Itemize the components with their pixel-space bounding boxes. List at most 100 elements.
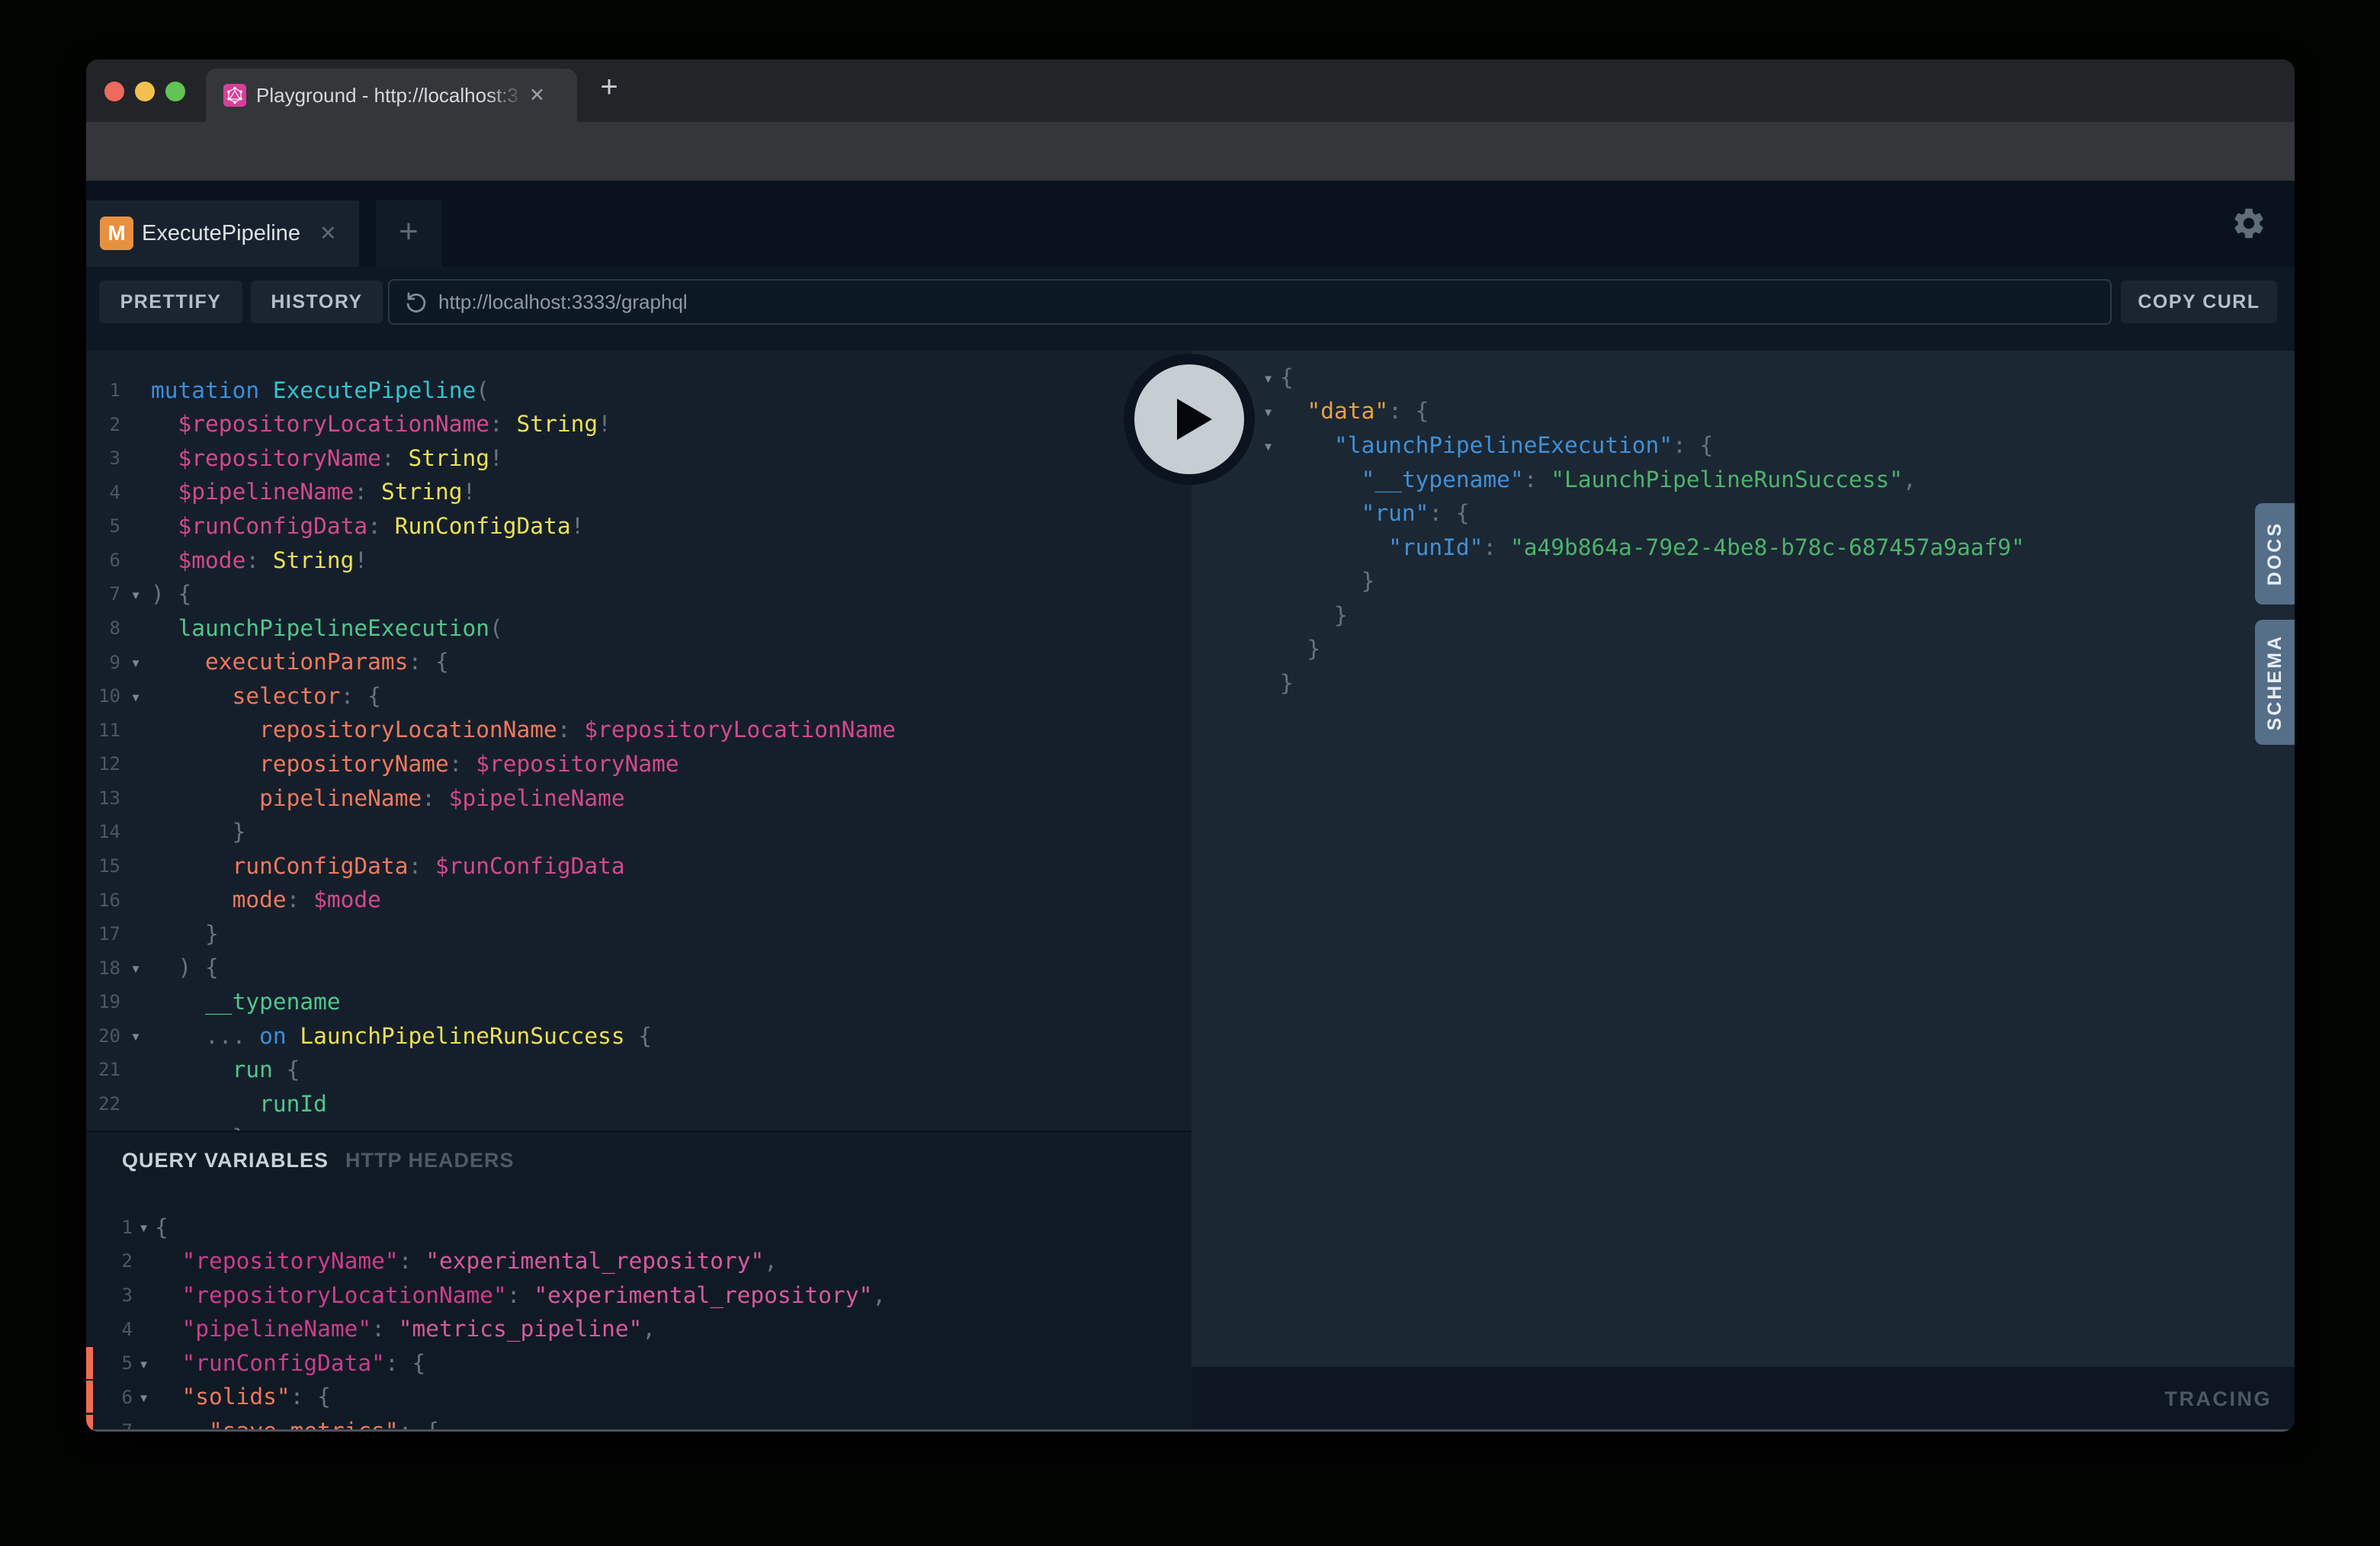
fold-toggle-icon[interactable]: ▼: [133, 1355, 155, 1371]
code-line[interactable]: 13 pipelineName: $pipelineName: [86, 781, 1192, 816]
execute-query-button[interactable]: [1124, 354, 1255, 485]
line-number: 22: [86, 1093, 120, 1115]
code-line[interactable]: 18▼ ) {: [86, 951, 1192, 985]
zoom-window-button[interactable]: [165, 82, 185, 101]
fold-toggle-icon[interactable]: ▼: [120, 688, 151, 704]
fold-toggle-icon[interactable]: ▼: [120, 1028, 151, 1044]
code-line[interactable]: 5 $runConfigData: RunConfigData!: [86, 509, 1192, 544]
endpoint-url[interactable]: http://localhost:3333/graphql: [438, 281, 688, 323]
code-line[interactable]: 19 __typename: [86, 985, 1192, 1019]
session-tabs-row: M ExecutePipeline ✕ +: [86, 181, 2295, 267]
code-line[interactable]: 4 $pipelineName: String!: [86, 475, 1192, 509]
line-number: 2: [86, 414, 120, 435]
fold-toggle-icon[interactable]: ▼: [120, 654, 151, 670]
code-line[interactable]: 10▼ selector: {: [86, 679, 1192, 714]
line-number: 3: [86, 1285, 133, 1306]
playground-toolbar: PRETTIFY HISTORY http://localhost:3333/g…: [86, 267, 2295, 351]
code-line[interactable]: 1mutation ExecutePipeline(: [86, 374, 1192, 408]
session-tab-executepipeline[interactable]: M ExecutePipeline ✕: [86, 200, 359, 267]
code-line[interactable]: 11 repositoryLocationName: $repositoryLo…: [86, 713, 1192, 747]
fold-toggle-icon: [120, 864, 151, 868]
code-line[interactable]: 1▼{: [86, 1211, 1192, 1245]
line-number: 5: [86, 1352, 133, 1374]
docs-side-tab-label: DOCS: [2264, 521, 2286, 585]
code-line[interactable]: 15 runConfigData: $runConfigData: [86, 849, 1192, 884]
line-number: 7: [86, 1420, 133, 1432]
code-line[interactable]: 3 "repositoryLocationName": "experimenta…: [86, 1278, 1192, 1313]
code-line[interactable]: 5▼ "runConfigData": {: [86, 1346, 1192, 1381]
query-editor[interactable]: 1mutation ExecutePipeline(2 $repositoryL…: [86, 351, 1192, 1131]
new-tab-button[interactable]: +: [592, 71, 626, 104]
variables-editor[interactable]: 1▼{2 "repositoryName": "experimental_rep…: [86, 1132, 1192, 1432]
code-line[interactable]: 4 "pipelineName": "metrics_pipeline",: [86, 1312, 1192, 1346]
line-number: 4: [86, 1319, 133, 1340]
fold-toggle-icon[interactable]: ▼: [1256, 370, 1280, 386]
endpoint-input[interactable]: http://localhost:3333/graphql: [388, 279, 2112, 325]
code-line[interactable]: }: [1192, 564, 2295, 598]
fold-toggle-icon[interactable]: ▼: [120, 586, 151, 602]
browser-tab[interactable]: Playground - http://localhost:3 ✕: [206, 69, 577, 122]
code-line[interactable]: 20▼ ... on LaunchPipelineRunSuccess {: [86, 1019, 1192, 1054]
history-button[interactable]: HISTORY: [251, 281, 383, 323]
code-line[interactable]: }: [1192, 598, 2295, 633]
code-line[interactable]: 23 }: [86, 1121, 1192, 1131]
code-line[interactable]: 12 repositoryName: $repositoryName: [86, 747, 1192, 781]
code-line[interactable]: }: [1192, 632, 2295, 666]
schema-side-tab-label: SCHEMA: [2264, 634, 2286, 730]
fold-toggle-icon[interactable]: ▼: [120, 960, 151, 976]
code-line[interactable]: 22 runId: [86, 1087, 1192, 1121]
fold-toggle-icon: [1256, 546, 1280, 549]
code-line[interactable]: ▼ "data": {: [1192, 394, 2295, 428]
new-session-tab-button[interactable]: +: [376, 200, 441, 267]
response-pane[interactable]: ▼{▼ "data": {▼ "launchPipelineExecution"…: [1192, 351, 2295, 1367]
code-line[interactable]: 7▼) {: [86, 577, 1192, 611]
code-line[interactable]: 9▼ executionParams: {: [86, 645, 1192, 679]
minimize-window-button[interactable]: [135, 82, 155, 101]
fold-toggle-icon: [133, 1294, 155, 1297]
copy-curl-button[interactable]: COPY CURL: [2121, 281, 2277, 323]
fold-toggle-icon: [1256, 478, 1280, 481]
line-number: 19: [86, 991, 120, 1012]
code-line[interactable]: ▼{: [1192, 361, 2295, 395]
line-number: 21: [86, 1059, 120, 1080]
code-line[interactable]: "run": {: [1192, 496, 2295, 531]
close-window-button[interactable]: [104, 82, 124, 101]
fold-toggle-icon[interactable]: ▼: [1256, 403, 1280, 419]
code-line[interactable]: 2 "repositoryName": "experimental_reposi…: [86, 1244, 1192, 1278]
session-tab-title: ExecutePipeline: [142, 200, 300, 267]
line-number: 11: [86, 720, 120, 741]
code-line[interactable]: }: [1192, 666, 2295, 701]
settings-gear-icon[interactable]: [2231, 205, 2267, 242]
line-number: 17: [86, 923, 120, 945]
code-line[interactable]: 8 launchPipelineExecution(: [86, 611, 1192, 646]
code-line[interactable]: 14 }: [86, 815, 1192, 849]
code-line[interactable]: ▼ "launchPipelineExecution": {: [1192, 428, 2295, 463]
code-line[interactable]: "__typename": "LaunchPipelineRunSuccess"…: [1192, 463, 2295, 497]
schema-side-tab[interactable]: SCHEMA: [2255, 620, 2295, 745]
code-line[interactable]: 21 run {: [86, 1053, 1192, 1087]
code-line[interactable]: 17 }: [86, 917, 1192, 951]
code-line[interactable]: "runId": "a49b864a-79e2-4be8-b78c-687457…: [1192, 531, 2295, 565]
docs-side-tab[interactable]: DOCS: [2255, 503, 2295, 605]
code-line[interactable]: 6 $mode: String!: [86, 544, 1192, 578]
code-line[interactable]: 16 mode: $mode: [86, 883, 1192, 917]
session-tab-close-icon[interactable]: ✕: [319, 200, 337, 267]
fold-toggle-icon[interactable]: ▼: [133, 1219, 155, 1235]
line-number: 9: [86, 652, 120, 673]
fold-toggle-icon: [120, 762, 151, 765]
fold-toggle-icon: [120, 797, 151, 800]
fold-toggle-icon[interactable]: ▼: [133, 1423, 155, 1432]
fold-toggle-icon: [1256, 580, 1280, 583]
code-line[interactable]: 2 $repositoryLocationName: String!: [86, 407, 1192, 441]
code-line[interactable]: 7▼ "save_metrics": {: [86, 1414, 1192, 1432]
fold-toggle-icon[interactable]: ▼: [133, 1389, 155, 1405]
fold-toggle-icon[interactable]: ▼: [1256, 438, 1280, 454]
browser-tab-close-icon[interactable]: ✕: [529, 69, 545, 122]
prettify-button[interactable]: PRETTIFY: [99, 281, 242, 323]
fold-toggle-icon: [120, 899, 151, 902]
code-line[interactable]: 6▼ "solids": {: [86, 1380, 1192, 1414]
tracing-toggle[interactable]: TRACING: [2165, 1367, 2273, 1432]
window-controls: [104, 82, 185, 101]
query-editor-pane[interactable]: 1mutation ExecutePipeline(2 $repositoryL…: [86, 351, 1192, 1432]
code-line[interactable]: 3 $repositoryName: String!: [86, 441, 1192, 476]
